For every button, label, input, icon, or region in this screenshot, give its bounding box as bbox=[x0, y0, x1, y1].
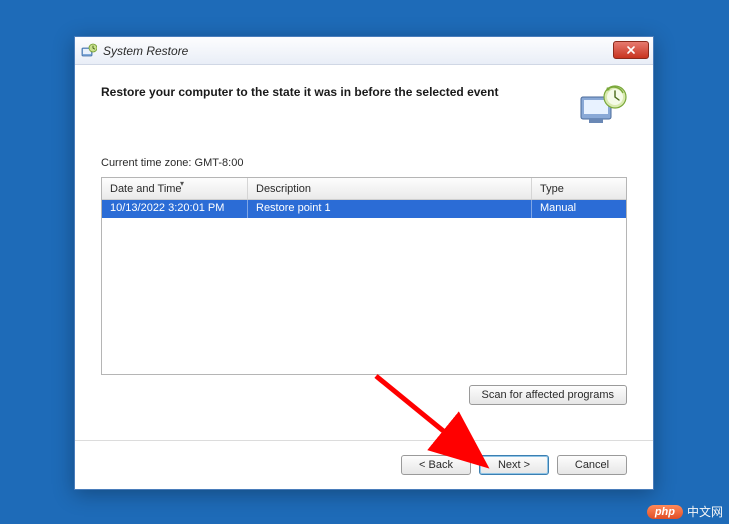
window-title: System Restore bbox=[103, 44, 188, 58]
watermark: php 中文网 bbox=[647, 503, 723, 520]
watermark-badge: php bbox=[647, 505, 683, 519]
restore-monitor-clock-icon bbox=[579, 83, 627, 127]
table-body: 10/13/2022 3:20:01 PM Restore point 1 Ma… bbox=[102, 200, 626, 218]
column-label: Description bbox=[256, 183, 311, 195]
sort-descending-icon: ▾ bbox=[180, 179, 184, 188]
table-row[interactable]: 10/13/2022 3:20:01 PM Restore point 1 Ma… bbox=[102, 200, 626, 218]
back-button[interactable]: < Back bbox=[401, 455, 471, 475]
cell-description: Restore point 1 bbox=[248, 200, 532, 218]
system-restore-dialog: System Restore Restore your computer to … bbox=[74, 36, 654, 490]
timezone-label: Current time zone: GMT-8:00 bbox=[101, 157, 627, 169]
column-header-date[interactable]: Date and Time ▾ bbox=[102, 178, 248, 199]
column-label: Date and Time bbox=[110, 183, 182, 195]
watermark-text: 中文网 bbox=[687, 503, 723, 520]
titlebar[interactable]: System Restore bbox=[75, 37, 653, 65]
table-header: Date and Time ▾ Description Type bbox=[102, 178, 626, 200]
cancel-button[interactable]: Cancel bbox=[557, 455, 627, 475]
dialog-content: Restore your computer to the state it wa… bbox=[75, 65, 653, 419]
system-restore-icon bbox=[81, 43, 97, 59]
cell-date: 10/13/2022 3:20:01 PM bbox=[102, 200, 248, 218]
close-button[interactable] bbox=[613, 41, 649, 59]
next-button[interactable]: Next > bbox=[479, 455, 549, 475]
page-heading: Restore your computer to the state it wa… bbox=[101, 83, 498, 99]
column-header-description[interactable]: Description bbox=[248, 178, 532, 199]
cell-type: Manual bbox=[532, 200, 626, 218]
scan-affected-programs-button[interactable]: Scan for affected programs bbox=[469, 385, 627, 405]
column-header-type[interactable]: Type bbox=[532, 178, 626, 199]
column-label: Type bbox=[540, 183, 564, 195]
restore-points-table: Date and Time ▾ Description Type 10/13/2… bbox=[101, 177, 627, 375]
dialog-footer: < Back Next > Cancel bbox=[75, 440, 653, 489]
